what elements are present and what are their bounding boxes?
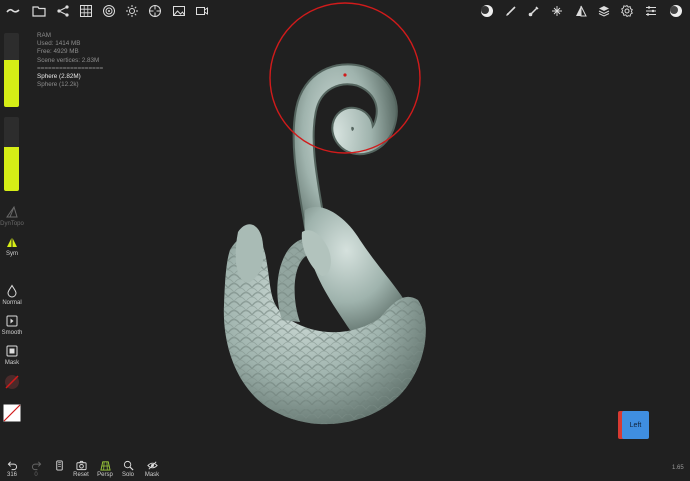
sculpt-model[interactable] — [223, 63, 426, 425]
persp-label: Persp — [97, 472, 113, 478]
topology-icon[interactable] — [100, 2, 118, 20]
smooth-icon — [6, 315, 18, 327]
ram-used: Used: 1414 MB — [37, 40, 81, 48]
sym-label: Sym — [6, 251, 18, 257]
perspective-toggle[interactable]: Persp — [95, 460, 115, 478]
normal-label: Normal — [2, 300, 22, 306]
reset-label: Reset — [73, 472, 89, 478]
normal-tool-button[interactable]: Normal — [0, 284, 24, 306]
undo-icon — [7, 461, 17, 471]
view-cube[interactable]: Left — [618, 411, 649, 439]
material-color-swatch[interactable] — [0, 374, 24, 390]
color-swatch[interactable] — [0, 404, 24, 422]
dyntopo-icon — [6, 205, 18, 218]
image-icon[interactable] — [170, 2, 188, 20]
material-icon[interactable] — [667, 2, 685, 20]
dyntopo-button[interactable]: DynTopo — [0, 205, 24, 227]
color-swatch-icon — [3, 404, 21, 422]
solo-toggle[interactable]: Solo — [120, 460, 136, 478]
viewport[interactable] — [0, 0, 690, 481]
smooth-label: Smooth — [1, 330, 23, 336]
perspective-grid-icon — [99, 461, 111, 471]
lighting-icon[interactable] — [123, 2, 141, 20]
folder-icon[interactable] — [30, 2, 48, 20]
solo-label: Solo — [121, 472, 134, 478]
fps-counter: 1.65 — [672, 465, 684, 471]
settings-gear-icon[interactable] — [618, 2, 636, 20]
camera-settings-icon[interactable] — [146, 2, 164, 20]
undo-button[interactable]: 316 — [5, 460, 19, 478]
mask-visibility-toggle[interactable]: Mask — [143, 460, 161, 478]
symmetry-icon[interactable] — [572, 2, 590, 20]
radius-slider-fill — [4, 60, 19, 107]
sliders-menu-icon[interactable] — [642, 2, 660, 20]
redo-icon — [31, 461, 41, 471]
reset-camera-button[interactable]: Reset — [71, 460, 91, 478]
smooth-tool-button[interactable]: Smooth — [0, 314, 24, 336]
video-icon[interactable] — [193, 2, 211, 20]
tablet-icon — [55, 460, 63, 471]
mask-toggle-label: Mask — [144, 472, 160, 478]
mask-tool-button[interactable]: Mask — [0, 344, 24, 366]
undo-count: 316 — [6, 472, 17, 478]
object-item-selected[interactable]: Sphere (2.82M) — [37, 73, 103, 81]
symmetry-icon — [7, 237, 17, 247]
eye-slash-icon — [146, 461, 158, 470]
brush-icon[interactable] — [502, 2, 520, 20]
scene-stats: RAM Used: 1414 MB Free: 4929 MB Scene ve… — [37, 32, 103, 89]
layers-icon[interactable] — [595, 2, 613, 20]
sym-button[interactable]: Sym — [0, 235, 24, 257]
scene-vertices: Scene vertices: 2.83M — [37, 56, 100, 64]
reset-camera-icon — [75, 460, 87, 471]
stats-separator: ================== — [37, 64, 104, 72]
redo-count: 0 — [34, 472, 38, 478]
radius-slider[interactable] — [4, 33, 19, 107]
app-menu-icon[interactable] — [4, 2, 22, 20]
bottom-toolbar: 316 0 Reset Persp Solo Mask — [0, 458, 690, 481]
device-button[interactable] — [53, 460, 65, 471]
top-toolbar — [0, 0, 690, 22]
transform-icon[interactable] — [548, 2, 566, 20]
material-swatch-icon — [5, 375, 19, 389]
search-icon — [123, 460, 134, 471]
view-cube-face[interactable]: Left — [622, 411, 649, 439]
intensity-slider-fill — [4, 146, 19, 191]
mask-label: Mask — [4, 360, 20, 366]
paint-icon[interactable] — [525, 2, 543, 20]
drop-icon — [7, 284, 17, 298]
object-item[interactable]: Sphere (12.2k) — [37, 81, 103, 89]
matcap-icon[interactable] — [478, 2, 496, 20]
scene-tree-icon[interactable] — [54, 2, 72, 20]
ram-free: Free: 4929 MB — [37, 48, 79, 56]
dyntopo-label: DynTopo — [0, 221, 24, 227]
intensity-slider[interactable] — [4, 117, 19, 191]
mask-icon — [6, 345, 18, 357]
redo-button[interactable]: 0 — [29, 460, 43, 478]
grid-icon[interactable] — [77, 2, 95, 20]
ram-label: RAM — [37, 32, 51, 39]
